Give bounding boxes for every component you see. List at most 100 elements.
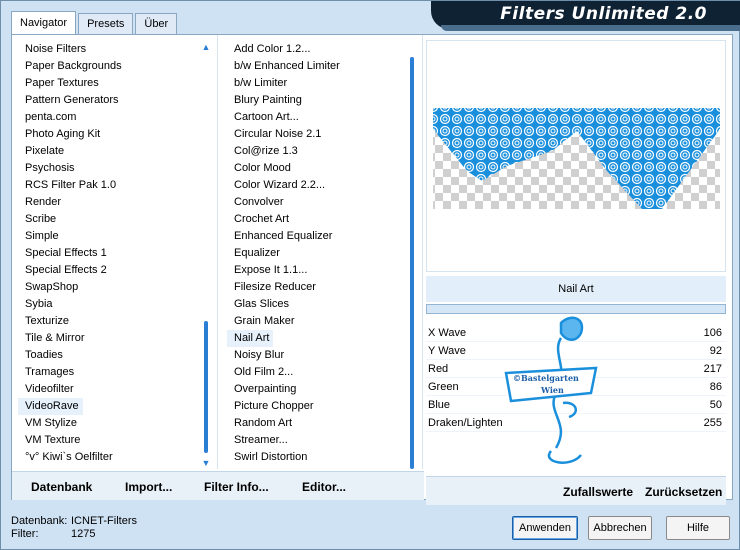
filter-item[interactable]: Filesize Reducer xyxy=(227,279,405,296)
db-value: ICNET-Filters xyxy=(71,515,137,527)
parameter-value[interactable]: 50 xyxy=(710,396,722,414)
parameter-row[interactable]: Green 86 xyxy=(426,378,726,396)
category-list[interactable]: Noise Filters Paper Backgrounds Paper Text… xyxy=(18,41,204,469)
parameter-row[interactable]: Y Wave 92 xyxy=(426,342,726,360)
filter-item[interactable]: Color Mood xyxy=(227,160,405,177)
category-item[interactable]: °v° Kiwi`s Oelfilter xyxy=(18,449,204,466)
category-item[interactable]: RCS Filter Pak 1.0 xyxy=(18,177,204,194)
category-item[interactable]: Pattern Generators xyxy=(18,92,204,109)
cancel-button[interactable]: Abbrechen xyxy=(588,516,652,540)
parameter-list: X Wave 106 Y Wave 92 Red 217 Green 86 Blue 50 Drak… xyxy=(426,324,726,474)
filter-item[interactable]: Streamer... xyxy=(227,432,405,449)
tab-about[interactable]: Über xyxy=(135,13,178,34)
parameter-row[interactable]: X Wave 106 xyxy=(426,324,726,342)
category-item[interactable]: Texturize xyxy=(18,313,204,330)
category-item[interactable]: Tramages xyxy=(18,364,204,381)
filter-item[interactable]: b/w Limiter xyxy=(227,75,405,92)
filter-info-button[interactable]: Filter Info... xyxy=(204,480,269,494)
category-scrollbar[interactable]: ▲ ▼ xyxy=(199,41,213,469)
category-item[interactable]: SwapShop xyxy=(18,279,204,296)
navigator-panel: Noise Filters Paper Backgrounds Paper Text… xyxy=(11,34,733,505)
apply-button[interactable]: Anwenden xyxy=(512,516,578,540)
help-button[interactable]: Hilfe xyxy=(666,516,730,540)
parameter-value[interactable]: 106 xyxy=(704,324,722,342)
filter-item[interactable]: Circular Noise 2.1 xyxy=(227,126,405,143)
filter-item[interactable]: Expose It 1.1... xyxy=(227,262,405,279)
parameter-label: Red xyxy=(428,363,449,375)
parameter-label: Green xyxy=(428,381,459,393)
scroll-thumb[interactable] xyxy=(204,321,208,453)
scroll-down-icon[interactable]: ▼ xyxy=(199,457,213,469)
status-footer: Datenbank: ICNET-Filters Filter: 1275 xyxy=(11,515,137,541)
tab-presets[interactable]: Presets xyxy=(78,13,134,34)
category-item[interactable]: Simple xyxy=(18,228,204,245)
category-item[interactable]: Render xyxy=(18,194,204,211)
filter-count-label: Filter: xyxy=(11,528,39,540)
category-item[interactable]: Paper Textures xyxy=(18,75,204,92)
filter-item[interactable]: Tilt Glass xyxy=(227,466,405,469)
filter-item[interactable]: Old Film 2... xyxy=(227,364,405,381)
filter-item[interactable]: Nail Art xyxy=(227,330,274,347)
parameter-value[interactable]: 92 xyxy=(710,342,722,360)
category-item[interactable]: Sybia xyxy=(18,296,204,313)
column-divider xyxy=(217,35,218,469)
editor-button[interactable]: Editor... xyxy=(302,480,346,494)
category-item[interactable]: Special Effects 2 xyxy=(18,262,204,279)
navigator-button-bar: Datenbank Import... Filter Info... Edito… xyxy=(12,471,424,500)
category-item[interactable]: Scribe xyxy=(18,211,204,228)
parameter-label: Draken/Lighten xyxy=(428,417,503,429)
parameter-row[interactable]: Draken/Lighten 255 xyxy=(426,414,726,432)
column-divider xyxy=(422,35,423,469)
category-item[interactable]: Special Effects 1 xyxy=(18,245,204,262)
category-item[interactable]: Pixelate xyxy=(18,143,204,160)
parameter-value[interactable]: 217 xyxy=(704,360,722,378)
filter-item[interactable]: Equalizer xyxy=(227,245,405,262)
filter-item[interactable]: Convolver xyxy=(227,194,405,211)
category-item[interactable]: VideoRave xyxy=(18,398,83,415)
filter-item[interactable]: b/w Enhanced Limiter xyxy=(227,58,405,75)
category-item[interactable]: Photo Aging Kit xyxy=(18,126,204,143)
filter-item[interactable]: Grain Maker xyxy=(227,313,405,330)
scroll-up-icon[interactable]: ▲ xyxy=(199,41,213,53)
tab-bar: Navigator Presets Über xyxy=(11,11,179,35)
category-item[interactable]: Tile & Mirror xyxy=(18,330,204,347)
parameter-label: X Wave xyxy=(428,327,467,339)
filter-scrollbar[interactable] xyxy=(405,41,419,469)
filter-item[interactable]: Enhanced Equalizer xyxy=(227,228,405,245)
category-item[interactable]: penta.com xyxy=(18,109,204,126)
reset-button[interactable]: Zurücksetzen xyxy=(645,485,722,499)
filter-item[interactable]: Random Art xyxy=(227,415,405,432)
random-values-button[interactable]: Zufallswerte xyxy=(563,485,633,499)
filter-item[interactable]: Color Wizard 2.2... xyxy=(227,177,405,194)
filter-item[interactable]: Col@rize 1.3 xyxy=(227,143,405,160)
parameter-row[interactable]: Blue 50 xyxy=(426,396,726,414)
filter-list[interactable]: Add Color 1.2... b/w Enhanced Limiter b/w … xyxy=(227,41,405,469)
category-item[interactable]: Psychosis xyxy=(18,160,204,177)
filter-item[interactable]: Glas Slices xyxy=(227,296,405,313)
settings-button-bar: Zufallswerte Zurücksetzen xyxy=(426,476,726,505)
parameter-row[interactable]: Red 217 xyxy=(426,360,726,378)
filter-item[interactable]: Crochet Art xyxy=(227,211,405,228)
category-item[interactable]: VM Texture xyxy=(18,432,204,449)
scroll-thumb[interactable] xyxy=(410,57,414,469)
filter-item[interactable]: Noisy Blur xyxy=(227,347,405,364)
filter-item[interactable]: Swirl Distortion xyxy=(227,449,405,466)
filter-item[interactable]: Add Color 1.2... xyxy=(227,41,405,58)
database-button[interactable]: Datenbank xyxy=(31,480,92,494)
category-item[interactable]: Videofilter xyxy=(18,381,204,398)
banner-swoosh xyxy=(441,25,740,31)
import-button[interactable]: Import... xyxy=(125,480,172,494)
category-item[interactable]: Paper Backgrounds xyxy=(18,58,204,75)
progress-bar xyxy=(426,304,726,314)
filter-item[interactable]: Cartoon Art... xyxy=(227,109,405,126)
category-item[interactable]: VM Stylize xyxy=(18,415,204,432)
parameter-value[interactable]: 255 xyxy=(704,414,722,432)
tab-navigator[interactable]: Navigator xyxy=(11,11,77,34)
category-item[interactable]: Toadies xyxy=(18,347,204,364)
filter-item[interactable]: Blury Painting xyxy=(227,92,405,109)
parameter-label: Blue xyxy=(428,399,451,411)
category-item[interactable]: Noise Filters xyxy=(18,41,204,58)
parameter-value[interactable]: 86 xyxy=(710,378,722,396)
filter-item[interactable]: Picture Chopper xyxy=(227,398,405,415)
filter-item[interactable]: Overpainting xyxy=(227,381,405,398)
